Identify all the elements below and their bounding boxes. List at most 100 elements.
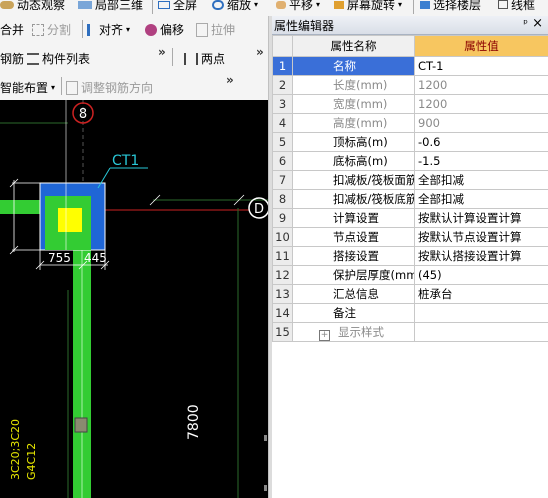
split-button[interactable]: 分割 — [32, 21, 71, 38]
row-number: 8 — [272, 189, 293, 209]
table-row[interactable]: 11 搭接设置 按默认搭接设置计算 — [272, 246, 548, 266]
table-row[interactable]: 12 保护层厚度(mm) (45) — [272, 265, 548, 285]
more-chevron-icon[interactable]: » — [226, 73, 234, 87]
offset-button[interactable]: 偏移 — [145, 21, 184, 38]
property-name: 保护层厚度(mm) — [292, 265, 415, 285]
property-value[interactable]: 桩承台 — [414, 284, 548, 304]
screen-rotate-button[interactable]: 屏幕旋转 ▾ — [334, 0, 402, 13]
property-name: 高度(mm) — [292, 113, 415, 133]
component-list-button[interactable]: 构件列表 — [27, 50, 90, 67]
panel-title: 属性编辑器 — [274, 19, 335, 33]
orbit-icon — [0, 0, 14, 9]
header-property-name: 属性名称 — [292, 35, 415, 57]
property-name: 备注 — [292, 303, 415, 323]
wireframe-button[interactable]: 线框 — [498, 0, 535, 13]
table-header-row: 属性名称 属性值 — [272, 35, 548, 57]
pin-icon[interactable]: ᵖ — [523, 17, 528, 30]
local-3d-button[interactable]: 局部三维 — [78, 0, 143, 13]
align-icon — [87, 23, 96, 36]
more-chevron-icon[interactable]: » — [158, 45, 166, 59]
edge-mark — [264, 435, 267, 441]
property-name: 汇总信息 — [292, 284, 415, 304]
offset-icon — [145, 23, 157, 36]
align-button[interactable]: 对齐 ▾ — [87, 21, 130, 38]
row-number: 10 — [272, 227, 293, 247]
table-row[interactable]: 1 名称 CT-1 — [272, 56, 548, 76]
dropdown-arrow-icon: ▾ — [126, 25, 131, 34]
property-value[interactable]: 按默认节点设置计算 — [414, 227, 548, 247]
row-number: 2 — [272, 75, 293, 95]
property-name: 长度(mm) — [292, 75, 415, 95]
fullscreen-button[interactable]: 全屏 — [158, 0, 197, 13]
adjust-rebar-direction-button[interactable]: 调整钢筋方向 — [66, 79, 153, 96]
property-name-group[interactable]: + 显示样式 — [292, 322, 415, 342]
component-label-ct1: CT1 — [112, 153, 139, 169]
property-value[interactable] — [414, 322, 548, 342]
property-value[interactable]: 1200 — [414, 94, 548, 114]
two-point-button[interactable]: 两点 — [184, 50, 225, 67]
stretch-icon — [196, 22, 208, 37]
row-number: 1 — [272, 56, 293, 76]
zoom-icon — [212, 0, 224, 10]
property-value[interactable]: -1.5 — [414, 151, 548, 171]
row-number: 7 — [272, 170, 293, 190]
adjust-direction-icon — [66, 80, 78, 95]
smart-layout-button[interactable]: 智能布置 ▾ — [0, 79, 55, 96]
edge-mark — [264, 485, 267, 491]
axis-label-d: D — [254, 202, 264, 217]
table-row[interactable]: 8 扣减板/筏板底筋 全部扣减 — [272, 189, 548, 209]
more-chevron-icon[interactable]: » — [256, 45, 264, 59]
row-number: 6 — [272, 151, 293, 171]
row-number: 11 — [272, 246, 293, 266]
split-icon — [32, 23, 44, 36]
property-value[interactable]: 900 — [414, 113, 548, 133]
table-row[interactable]: 9 计算设置 按默认计算设置计算 — [272, 208, 548, 228]
table-row[interactable]: 7 扣减板/筏板面筋 全部扣减 — [272, 170, 548, 190]
property-value[interactable] — [414, 303, 548, 323]
property-value[interactable]: (45) — [414, 265, 548, 285]
table-row[interactable]: 10 节点设置 按默认节点设置计算 — [272, 227, 548, 247]
select-floor-button[interactable]: 选择楼层 — [420, 0, 481, 13]
beam-horizontal[interactable] — [0, 200, 45, 214]
header-num — [272, 35, 293, 57]
property-name: 宽度(mm) — [292, 94, 415, 114]
stretch-button[interactable]: 拉伸 — [196, 21, 235, 38]
property-value[interactable]: 全部扣减 — [414, 170, 548, 190]
merge-button[interactable]: 合并 — [0, 21, 24, 38]
rebar-button[interactable]: 钢筋 — [0, 50, 24, 67]
table-row[interactable]: 15 + 显示样式 — [272, 322, 548, 342]
property-editor-panel: 属性编辑器 ᵖ × 属性名称 属性值 1 名称 CT-1 2 长度(mm) 1200 3… — [272, 16, 548, 498]
property-value[interactable]: 1200 — [414, 75, 548, 95]
property-value[interactable]: -0.6 — [414, 132, 548, 152]
property-value[interactable]: 按默认计算设置计算 — [414, 208, 548, 228]
row-number: 5 — [272, 132, 293, 152]
dropdown-arrow-icon: ▾ — [254, 0, 259, 9]
dynamic-view-button[interactable]: 动态观察 — [0, 0, 65, 13]
zoom-button[interactable]: 缩放 ▾ — [212, 0, 258, 13]
dim-text-755: 755 — [48, 251, 71, 265]
pan-button[interactable]: 平移 ▾ — [276, 0, 320, 13]
property-value[interactable]: 全部扣减 — [414, 189, 548, 209]
two-point-icon — [184, 52, 198, 65]
table-row[interactable]: 14 备注 — [272, 303, 548, 323]
table-row[interactable]: 4 高度(mm) 900 — [272, 113, 548, 133]
panel-title-bar: 属性编辑器 ᵖ × — [272, 16, 548, 35]
close-icon[interactable]: × — [532, 16, 543, 31]
table-row[interactable]: 3 宽度(mm) 1200 — [272, 94, 548, 114]
drawing-canvas[interactable]: 8 D CT1 755 445 7800 3C20;3C20 G4C12 — [0, 100, 268, 498]
expand-plus-icon[interactable]: + — [319, 330, 330, 341]
property-value[interactable]: CT-1 — [414, 56, 548, 76]
table-row[interactable]: 5 顶标高(m) -0.6 — [272, 132, 548, 152]
wireframe-icon — [498, 0, 508, 9]
dim-text-445: 445 — [84, 251, 107, 265]
separator — [172, 48, 173, 66]
table-row[interactable]: 6 底标高(m) -1.5 — [272, 151, 548, 171]
row-number: 14 — [272, 303, 293, 323]
pile[interactable] — [58, 208, 82, 232]
row-number: 15 — [272, 322, 293, 342]
property-value[interactable]: 按默认搭接设置计算 — [414, 246, 548, 266]
table-row[interactable]: 2 长度(mm) 1200 — [272, 75, 548, 95]
separator — [82, 20, 83, 38]
table-row[interactable]: 13 汇总信息 桩承台 — [272, 284, 548, 304]
separator — [61, 77, 62, 95]
